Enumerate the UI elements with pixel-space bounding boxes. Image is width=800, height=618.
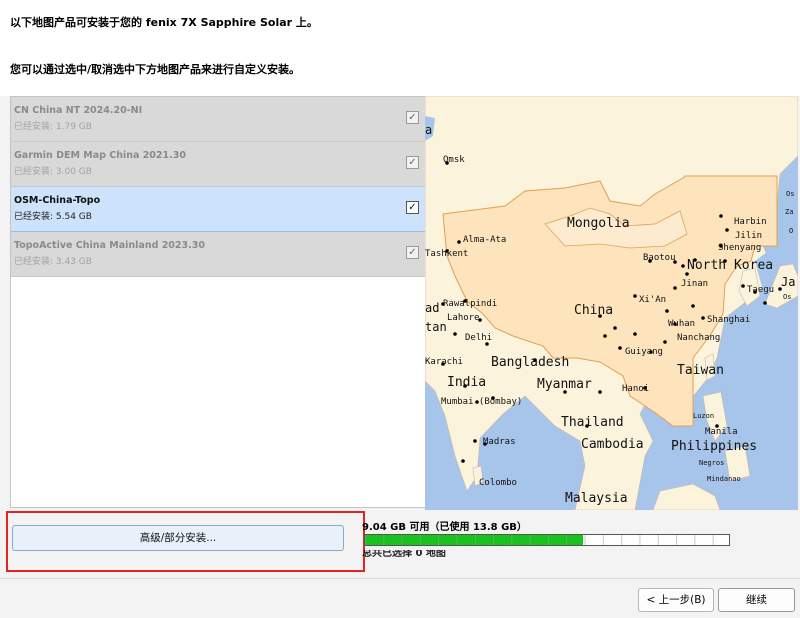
label-shanghai: Shanghai (707, 315, 750, 325)
header-area: 以下地图产品可安装于您的 fenix 7X Sapphire Solar 上。 … (0, 0, 800, 96)
label-partial-ad: ad (425, 301, 439, 315)
label-shenyang: Shenyang (718, 243, 761, 253)
label-mumbai: Mumbai (Bombay) (441, 397, 522, 407)
product-checkbox[interactable]: ✓ (406, 201, 419, 214)
product-checkbox[interactable]: ✓ (406, 246, 419, 259)
label-jinan: Jinan (681, 279, 708, 289)
label-manila: Manila (705, 427, 738, 437)
label-nanchang: Nanchang (677, 333, 720, 343)
storage-status: 9.04 GB 可用（已使用 13.8 GB） (362, 522, 527, 533)
label-lahore: Lahore (447, 313, 480, 323)
product-item-topoactive-china[interactable]: TopoActive China Mainland 2023.30 已经安装: … (11, 232, 425, 277)
label-bangladesh: Bangladesh (491, 355, 569, 370)
map-product-list[interactable]: CN China NT 2024.20-NI 已经安装: 1.79 GB ✓ G… (10, 96, 425, 508)
product-size: 已经安装: 1.79 GB (14, 122, 92, 132)
label-guiyang: Guiyang (625, 347, 663, 357)
label-partial-ja: Ja (781, 275, 795, 289)
label-partial-za: Za (785, 208, 793, 216)
label-colombo: Colombo (479, 478, 517, 488)
label-tashkent: Tashkent (425, 249, 468, 259)
label-china: China (574, 303, 613, 318)
borneo (652, 483, 721, 510)
label-omsk: Omsk (443, 155, 465, 165)
product-name: Garmin DEM Map China 2021.30 (14, 150, 186, 161)
label-taegu: Taegu (747, 285, 774, 295)
page-title: 以下地图产品可安装于您的 fenix 7X Sapphire Solar 上。 (10, 16, 318, 29)
label-partial-tan: tan (425, 320, 447, 334)
label-karachi: Karachi (425, 357, 463, 367)
product-item-cn-china-nt[interactable]: CN China NT 2024.20-NI 已经安装: 1.79 GB ✓ (11, 97, 425, 142)
label-baotou: Baotou (643, 253, 676, 263)
label-mindanao: Mindanao (707, 475, 741, 483)
product-name: TopoActive China Mainland 2023.30 (14, 240, 205, 251)
label-thailand: Thailand (561, 415, 624, 430)
product-size: 已经安装: 3.43 GB (14, 257, 92, 267)
advanced-install-button[interactable]: 高级/部分安装... (12, 525, 344, 551)
label-india: India (447, 375, 486, 390)
label-myanmar: Myanmar (537, 377, 592, 392)
label-delhi: Delhi (465, 333, 492, 343)
label-mongolia: Mongolia (567, 216, 630, 231)
label-taiwan: Taiwan (677, 363, 724, 378)
footer-divider (0, 578, 800, 579)
label-wuhan: Wuhan (668, 319, 695, 329)
storage-bar (364, 534, 730, 546)
label-xian: Xi'An (639, 295, 666, 305)
label-rawalpindi: Rawalpindi (443, 299, 497, 309)
label-harbin: Harbin (734, 217, 767, 227)
label-jilin: Jilin (735, 231, 762, 241)
product-item-osm-china-topo[interactable]: OSM-China-Topo 已经安装: 5.54 GB ✓ (11, 187, 425, 232)
product-size: 已经安装: 5.54 GB (14, 212, 92, 222)
selection-summary: 总共已选择 0 地图 (362, 550, 446, 557)
label-negros: Negros (699, 459, 724, 467)
label-partial-a: a (425, 123, 432, 137)
label-hanoi: Hanoi (622, 384, 649, 394)
coverage-map[interactable]: a Omsk Mongolia Harbin Jilin Shenyang Os… (425, 96, 798, 510)
back-button[interactable]: < 上一步(B) (638, 588, 714, 612)
continue-button[interactable]: 继续 (718, 588, 795, 612)
product-item-garmin-dem[interactable]: Garmin DEM Map China 2021.30 已经安装: 3.00 … (11, 142, 425, 187)
page-instruction: 您可以通过选中/取消选中下方地图产品来进行自定义安装。 (10, 63, 301, 76)
product-checkbox[interactable]: ✓ (406, 111, 419, 124)
product-size: 已经安装: 3.00 GB (14, 167, 92, 177)
label-cambodia: Cambodia (581, 437, 644, 452)
label-partial-os: Os (786, 190, 794, 198)
label-luzon: Luzon (693, 412, 714, 420)
product-name: OSM-China-Topo (14, 195, 101, 206)
label-madras: Madras (483, 437, 516, 447)
label-partial-o: O (789, 227, 793, 235)
product-name: CN China NT 2024.20-NI (14, 105, 143, 116)
label-malaysia: Malaysia (565, 491, 628, 506)
label-north-korea: North Korea (687, 258, 773, 273)
storage-bar-ticks (365, 535, 729, 545)
label-partial-os2: Os (783, 293, 791, 301)
product-checkbox[interactable]: ✓ (406, 156, 419, 169)
label-philippines: Philippines (671, 439, 757, 454)
label-alma-ata: Alma-Ata (463, 235, 506, 245)
